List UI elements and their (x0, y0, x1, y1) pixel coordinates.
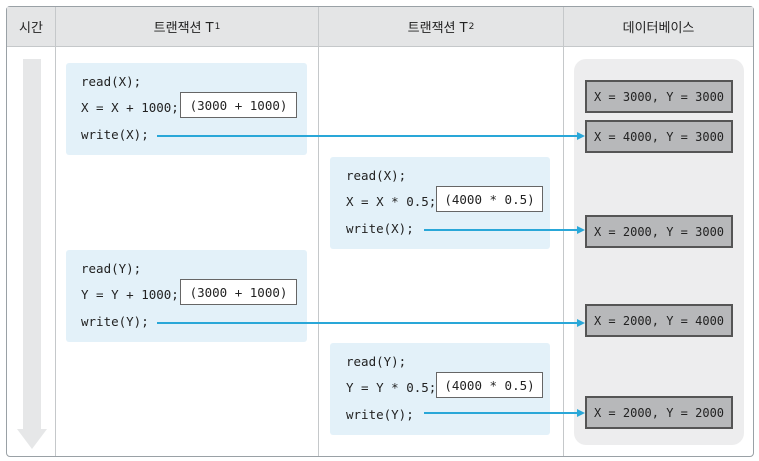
write-arrow (424, 409, 585, 417)
write-arrow (157, 319, 585, 327)
write-arrow (157, 132, 585, 140)
schedule-diagram: 시간 트랜잭션 T1 트랜잭션 T2 데이터베이스 read(X); X = X… (6, 6, 754, 457)
write-arrows (157, 132, 585, 417)
write-arrow (424, 226, 585, 234)
